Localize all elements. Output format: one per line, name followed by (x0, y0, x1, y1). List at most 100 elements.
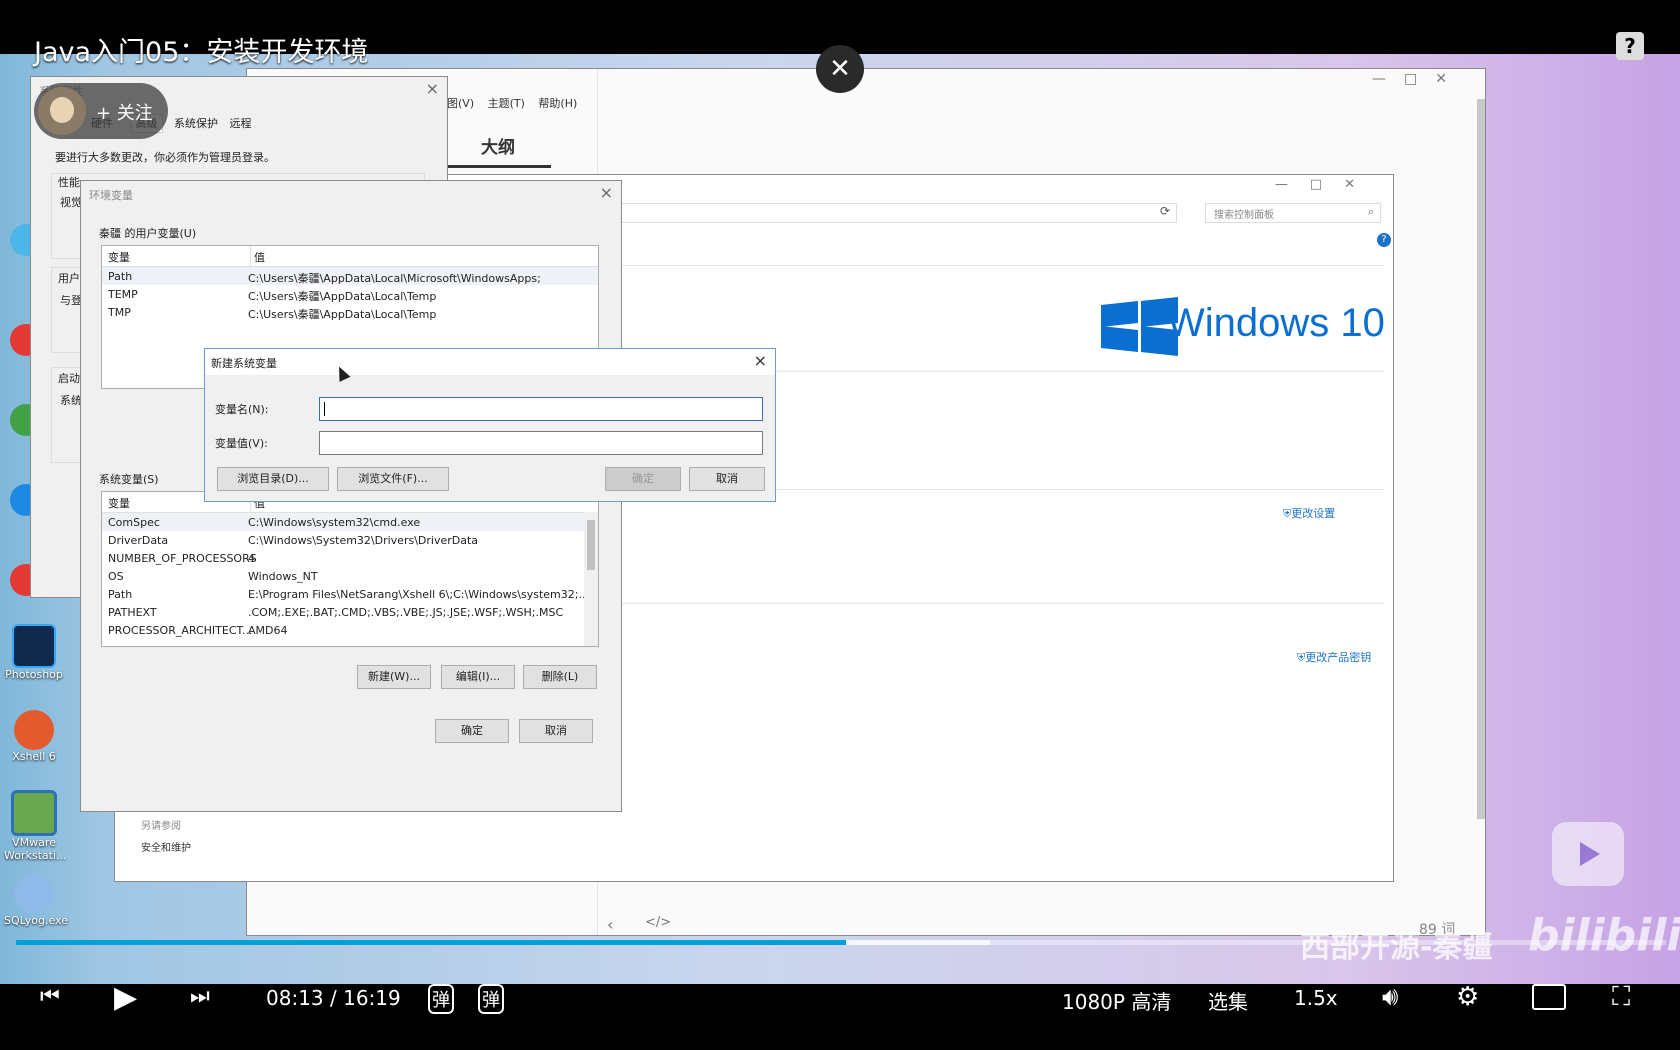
danmaku-settings-icon[interactable]: 弹 (478, 984, 504, 1014)
table-row[interactable]: Path C:\Users\秦疆\AppData\Local\Microsoft… (102, 267, 598, 285)
see-also-heading: 另请参阅 (141, 821, 181, 832)
play-icon[interactable]: ▶ (114, 980, 137, 1015)
change-settings-link[interactable]: ⛨更改设置 (1283, 505, 1335, 521)
column-header-value[interactable]: 值 (254, 249, 265, 265)
volume-icon[interactable]: 🔊︎ (1382, 982, 1398, 1013)
tab-remote[interactable]: 远程 (230, 117, 252, 130)
desktop-icon-xshell[interactable]: Xshell 6 (4, 710, 64, 763)
menu-item[interactable]: 主题(T) (488, 97, 525, 110)
browse-directory-button[interactable]: 浏览目录(D)... (217, 467, 329, 491)
bilibili-logo: bilibili (1528, 910, 1680, 961)
delete-variable-button[interactable]: 删除(L) (523, 665, 597, 689)
system-variables-label: 系统变量(S) (99, 473, 159, 486)
group-label: 用户 (58, 272, 80, 285)
row-name: Path (108, 588, 133, 601)
cancel-button[interactable]: 取消 (519, 719, 593, 743)
row-value: C:\Windows\system32\cmd.exe (248, 516, 421, 529)
quality-selector[interactable]: 1080P 高清 (1062, 986, 1171, 1015)
playback-speed[interactable]: 1.5x (1294, 986, 1338, 1010)
shield-icon: ⛨ (1297, 651, 1306, 664)
scrollbar[interactable] (584, 512, 598, 646)
table-row[interactable]: TEMP C:\Users\秦疆\AppData\Local\Temp (102, 285, 598, 303)
outline-tab[interactable]: 大纲 (481, 133, 515, 158)
desktop-icon-label: Photoshop (5, 668, 63, 681)
group-label: 性能 (58, 176, 80, 189)
help-icon[interactable]: ? (1616, 32, 1644, 60)
video-title: Java入门05：安装开发环境 (34, 37, 369, 68)
search-box[interactable]: 搜索控制面板 ⌕ (1205, 203, 1381, 223)
group-text: 视觉 (60, 196, 82, 209)
progress-bar[interactable] (16, 940, 1666, 945)
variable-value-label: 变量值(V): (215, 437, 268, 450)
variable-name-input[interactable] (319, 397, 763, 421)
table-row[interactable]: TMP C:\Users\秦疆\AppData\Local\Temp (102, 303, 598, 321)
follow-button[interactable]: + 关注 (34, 83, 168, 139)
menu-item[interactable]: 帮助(H) (538, 97, 577, 110)
address-bar[interactable]: ⟳ (615, 203, 1177, 223)
variable-value-input[interactable] (319, 431, 763, 455)
column-header-variable[interactable]: 变量 (108, 249, 130, 265)
table-row[interactable]: NUMBER_OF_PROCESSORS 4 (102, 549, 598, 567)
column-header-variable[interactable]: 变量 (108, 495, 130, 511)
nav-back-icon[interactable]: ‹ (607, 915, 613, 934)
fullscreen-icon[interactable]: ⛶ (1612, 982, 1630, 1013)
row-value: C:\Users\秦疆\AppData\Local\Temp (248, 290, 437, 303)
video-frame[interactable]: Photoshop Xshell 6 VMware Workstati... S… (0, 54, 1680, 984)
cancel-button[interactable]: 取消 (689, 467, 765, 491)
danmaku-toggle-icon[interactable]: 弹 (428, 984, 454, 1014)
table-row[interactable]: OS Windows_NT (102, 567, 598, 585)
row-name: TMP (108, 306, 131, 319)
change-product-key-link[interactable]: ⛨更改产品密钥 (1297, 649, 1371, 665)
new-system-variable-dialog[interactable]: 新建系统变量 × 变量名(N): 变量值(V): 浏览目录(D)... 浏览文件… (204, 348, 776, 502)
table-row[interactable]: PROCESSOR_ARCHITECT... AMD64 (102, 621, 598, 639)
row-value: 4 (248, 552, 255, 565)
table-row[interactable]: PATHEXT .COM;.EXE;.BAT;.CMD;.VBS;.VBE;.J… (102, 603, 598, 621)
previous-icon[interactable]: ⏮ (40, 984, 60, 1009)
player-control-bar (0, 984, 1680, 1050)
picture-in-picture-icon[interactable] (1532, 984, 1566, 1010)
table-row[interactable]: DriverData C:\Windows\System32\Drivers\D… (102, 531, 598, 549)
xshell-icon (14, 710, 54, 750)
row-name: DriverData (108, 534, 169, 547)
desktop-icon-sqlyog[interactable]: SQLyog.exe (4, 874, 68, 927)
close-icon[interactable]: × (754, 351, 767, 370)
close-overlay-button[interactable]: ✕ (816, 45, 864, 93)
new-variable-button[interactable]: 新建(W)... (357, 665, 431, 689)
system-variables-table[interactable]: 变量 值 ComSpec C:\Windows\system32\cmd.exe… (101, 491, 599, 647)
sqlyog-icon (14, 874, 54, 914)
avatar[interactable] (38, 87, 86, 135)
scrollbar[interactable] (1477, 99, 1485, 819)
refresh-icon[interactable]: ⟳ (1160, 204, 1170, 218)
source-code-icon[interactable]: </> (645, 915, 671, 930)
desktop-icon-vmware[interactable]: VMware Workstati... (4, 790, 67, 862)
row-value: C:\Users\秦疆\AppData\Local\Microsoft\Wind… (248, 272, 541, 285)
menu-item[interactable]: 图(V) (447, 97, 474, 110)
episodes-button[interactable]: 选集 (1208, 986, 1248, 1015)
browse-file-button[interactable]: 浏览文件(F)... (337, 467, 449, 491)
ok-button[interactable]: 确定 (605, 467, 681, 491)
scrollbar-thumb[interactable] (587, 520, 595, 570)
tab-system-protection[interactable]: 系统保护 (174, 117, 218, 130)
close-icon[interactable]: × (426, 79, 439, 98)
table-row[interactable]: Path E:\Program Files\NetSarang\Xshell 6… (102, 585, 598, 603)
search-placeholder: 搜索控制面板 (1214, 210, 1274, 221)
row-value: .COM;.EXE;.BAT;.CMD;.VBS;.VBE;.JS;.JSE;.… (248, 606, 564, 619)
security-link[interactable]: 安全和维护 (141, 839, 191, 854)
row-value: C:\Users\秦疆\AppData\Local\Temp (248, 308, 437, 321)
next-icon[interactable]: ⏭ (190, 984, 210, 1009)
search-icon[interactable]: ⌕ (1368, 205, 1374, 219)
table-row[interactable]: ComSpec C:\Windows\system32\cmd.exe (102, 513, 598, 531)
settings-gear-icon[interactable]: ⚙ (1456, 982, 1479, 1012)
ok-button[interactable]: 确定 (435, 719, 509, 743)
dialog-title-bar: 新建系统变量 × (205, 349, 775, 375)
editor-menu[interactable]: 图(V) 主题(T) 帮助(H) (447, 95, 577, 111)
window-controls[interactable]: —□✕ (1372, 71, 1465, 87)
group-text: 系统 (60, 394, 82, 407)
edit-variable-button[interactable]: 编辑(I)... (441, 665, 515, 689)
desktop-icon-label: Xshell 6 (12, 750, 56, 763)
window-controls[interactable]: —□✕ (1275, 177, 1377, 192)
close-icon[interactable]: × (600, 183, 613, 202)
help-icon[interactable]: ? (1377, 233, 1391, 247)
dialog-title: 新建系统变量 (211, 357, 277, 370)
row-value: C:\Windows\System32\Drivers\DriverData (248, 534, 479, 547)
